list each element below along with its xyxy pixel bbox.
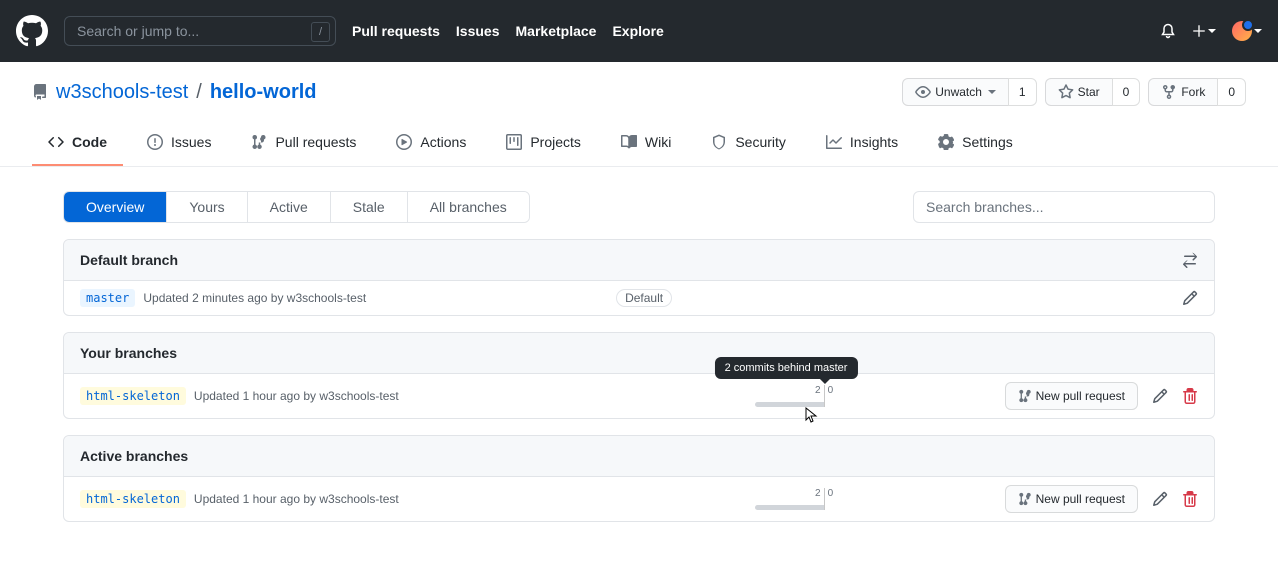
search-slash-hint: / (311, 22, 330, 42)
branch-name-link[interactable]: master (80, 289, 135, 307)
tab-issues[interactable]: Issues (131, 126, 227, 166)
your-branches-heading: Your branches (80, 345, 177, 361)
filter-overview[interactable]: Overview (64, 192, 167, 222)
branch-updated-text: Updated 1 hour ago by w3schools-test (194, 492, 399, 506)
branch-updated-text: Updated 2 minutes ago by w3schools-test (143, 291, 366, 305)
unwatch-button[interactable]: Unwatch (902, 78, 1008, 106)
avatar-dropdown[interactable] (1232, 21, 1262, 41)
nav-explore[interactable]: Explore (612, 23, 663, 39)
tab-wiki[interactable]: Wiki (605, 126, 687, 166)
new-pull-request-button[interactable]: New pull request (1005, 382, 1138, 410)
tab-insights[interactable]: Insights (810, 126, 914, 166)
github-logo[interactable] (16, 15, 48, 47)
new-pull-request-button[interactable]: New pull request (1005, 485, 1138, 513)
default-branch-heading: Default branch (80, 252, 178, 268)
ahead-behind-indicator[interactable]: 2 commits behind master 2 0 (755, 385, 895, 407)
ahead-behind-tooltip: 2 commits behind master (715, 357, 858, 379)
tab-projects[interactable]: Projects (490, 126, 597, 166)
swap-default-branch-icon[interactable] (1182, 252, 1198, 268)
repo-separator: / (196, 81, 202, 104)
nav-issues[interactable]: Issues (456, 23, 500, 39)
fork-count[interactable]: 0 (1217, 78, 1246, 106)
search-input[interactable] (64, 16, 336, 46)
fork-button[interactable]: Fork (1148, 78, 1217, 106)
filter-all[interactable]: All branches (408, 192, 529, 222)
ahead-count: 0 (828, 488, 834, 499)
watch-count[interactable]: 1 (1008, 78, 1037, 106)
trash-icon[interactable] (1182, 388, 1198, 404)
filter-yours[interactable]: Yours (167, 192, 247, 222)
tab-pull-requests[interactable]: Pull requests (235, 126, 372, 166)
repo-icon (32, 84, 48, 100)
nav-marketplace[interactable]: Marketplace (516, 23, 597, 39)
avatar (1232, 21, 1252, 41)
tab-settings[interactable]: Settings (922, 126, 1029, 166)
branch-search-input[interactable] (913, 191, 1215, 223)
tab-security[interactable]: Security (695, 126, 802, 166)
pencil-icon[interactable] (1152, 491, 1168, 507)
trash-icon[interactable] (1182, 491, 1198, 507)
branch-name-link[interactable]: html-skeleton (80, 490, 186, 508)
repo-name-link[interactable]: hello-world (210, 81, 317, 104)
pencil-icon[interactable] (1152, 388, 1168, 404)
pencil-icon[interactable] (1182, 290, 1198, 306)
branch-name-link[interactable]: html-skeleton (80, 387, 186, 405)
star-button[interactable]: Star (1045, 78, 1112, 106)
ahead-behind-indicator[interactable]: 2 0 (755, 488, 895, 510)
bell-icon[interactable] (1160, 23, 1176, 39)
tab-actions[interactable]: Actions (380, 126, 482, 166)
nav-pull-requests[interactable]: Pull requests (352, 23, 440, 39)
tab-code[interactable]: Code (32, 126, 123, 166)
branch-updated-text: Updated 1 hour ago by w3schools-test (194, 389, 399, 403)
repo-owner-link[interactable]: w3schools-test (56, 81, 188, 104)
active-branches-heading: Active branches (80, 448, 188, 464)
plus-dropdown[interactable] (1192, 24, 1216, 38)
default-badge: Default (616, 289, 672, 307)
behind-count: 2 (815, 488, 821, 499)
star-count[interactable]: 0 (1112, 78, 1141, 106)
filter-stale[interactable]: Stale (331, 192, 408, 222)
filter-active[interactable]: Active (248, 192, 331, 222)
